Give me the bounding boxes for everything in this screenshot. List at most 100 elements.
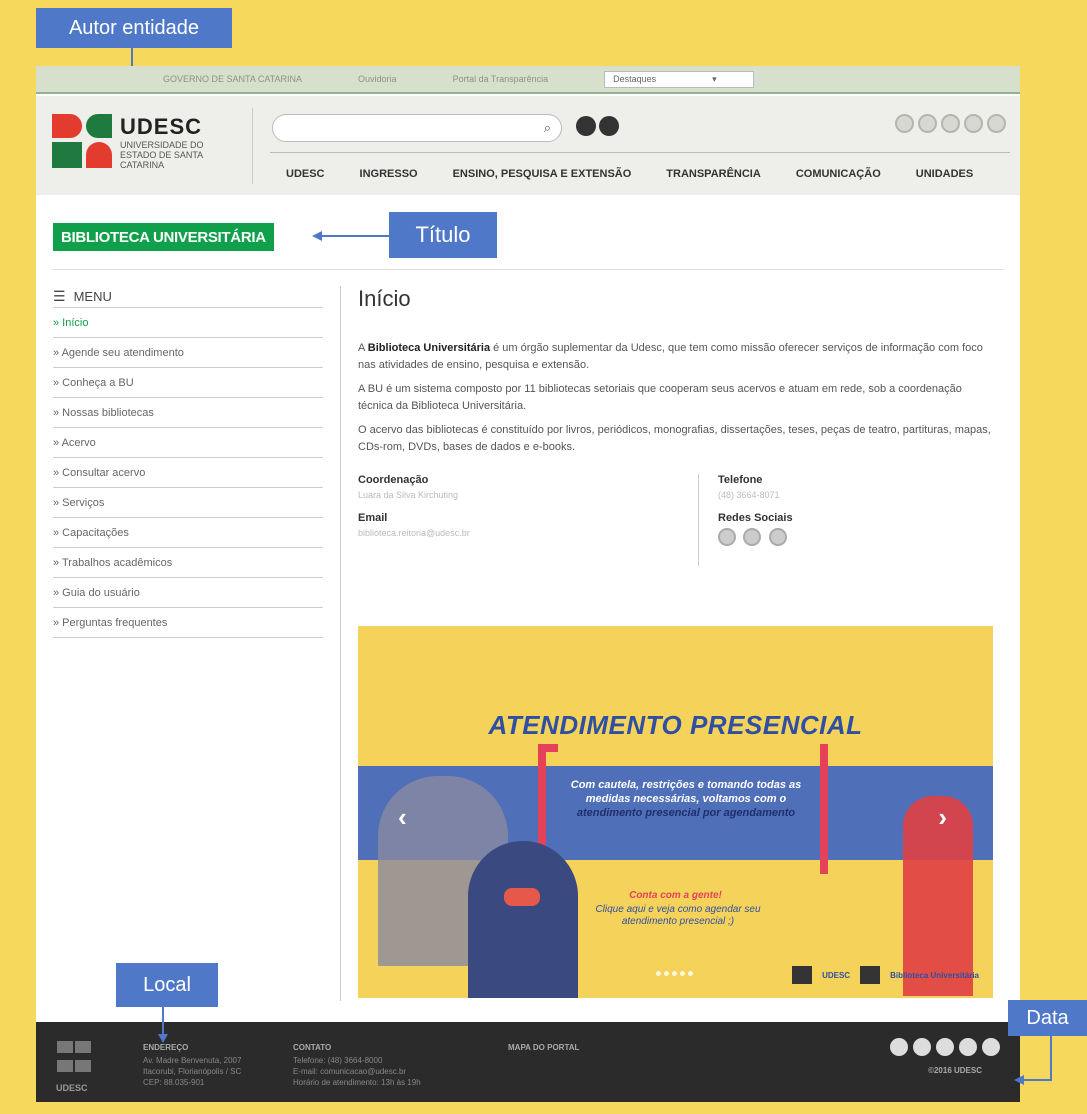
nav-ingresso[interactable]: INGRESSO bbox=[360, 168, 418, 180]
banner-heading: ATENDIMENTO PRESENCIAL bbox=[488, 710, 863, 740]
address-heading: ENDEREÇO bbox=[143, 1043, 189, 1052]
annotation-titulo: Título bbox=[389, 212, 497, 258]
carousel-indicators bbox=[656, 971, 693, 976]
instagram-icon[interactable] bbox=[743, 528, 762, 546]
annotation-data-arrow-v bbox=[1050, 1036, 1052, 1080]
header-social-links bbox=[895, 114, 1006, 133]
main-content: Início A Biblioteca Universitária é um ó… bbox=[358, 286, 998, 566]
contact-line[interactable]: E-mail: comunicacao@udesc.br bbox=[293, 1066, 421, 1077]
carousel-dot[interactable] bbox=[656, 971, 661, 976]
udesc-mini-logo bbox=[792, 966, 813, 984]
carousel-dot[interactable] bbox=[664, 971, 669, 976]
instagram-icon[interactable] bbox=[941, 114, 960, 133]
destaques-select[interactable]: Destaques ▾ bbox=[604, 70, 755, 88]
address-line: Itacorubi, Florianópolis / SC bbox=[143, 1067, 242, 1076]
sidebar-item-servicos[interactable]: » Serviços bbox=[53, 488, 323, 518]
banner-logos: UDESC Biblioteca Universitária bbox=[792, 966, 979, 984]
footer-contact: CONTATO Telefone: (48) 3664-8000 E-mail:… bbox=[293, 1042, 421, 1088]
nav-comunicacao[interactable]: COMUNICAÇÃO bbox=[796, 168, 881, 180]
webpage: GOVERNO DE SANTA CATARINA Ouvidoria Port… bbox=[36, 66, 1020, 1102]
content-heading: Início bbox=[358, 286, 411, 311]
nav-transparencia[interactable]: TRANSPARÊNCIA bbox=[666, 168, 761, 180]
annotation-local-arrowhead bbox=[158, 1034, 168, 1043]
contact-divider bbox=[698, 474, 699, 566]
carousel-prev-icon[interactable]: ‹ bbox=[398, 802, 407, 833]
flickr-icon[interactable] bbox=[964, 114, 983, 133]
site-footer: UDESC ENDEREÇO Av. Madre Benvenuta, 2007… bbox=[36, 1022, 1020, 1102]
twitter-icon[interactable] bbox=[918, 114, 937, 133]
carousel-banner[interactable]: ATENDIMENTO PRESENCIAL Com cautela, rest… bbox=[358, 626, 993, 998]
banner-callout: Conta com a gente! bbox=[629, 890, 722, 901]
banner-message: Com cautela, restrições e tomando todas … bbox=[570, 779, 802, 819]
contact-social-icons bbox=[718, 528, 793, 551]
main-nav: UDESC INGRESSO ENSINO, PESQUISA E EXTENS… bbox=[286, 168, 973, 180]
banner-logo-biblioteca: Biblioteca Universitária bbox=[890, 970, 979, 980]
youtube-icon[interactable] bbox=[768, 528, 787, 546]
banner-link-text[interactable]: Clique aqui e veja como agendar seu aten… bbox=[578, 904, 778, 928]
sidebar-item-inicio[interactable]: » Início bbox=[53, 308, 323, 338]
accessibility-toggles bbox=[576, 116, 619, 136]
nav-unidades[interactable]: UNIDADES bbox=[916, 168, 973, 180]
page-title[interactable]: BIBLIOTECA UNIVERSITÁRIA bbox=[53, 223, 274, 251]
phone-label: Telefone bbox=[718, 474, 763, 486]
sidebar-item-guia[interactable]: » Guia do usuário bbox=[53, 578, 323, 608]
collection-paragraph: O acervo das bibliotecas é constituído p… bbox=[358, 424, 991, 453]
footer-map: MAPA DO PORTAL bbox=[508, 1042, 579, 1055]
contrast-icon[interactable] bbox=[576, 116, 596, 136]
carousel-dot[interactable] bbox=[680, 971, 685, 976]
logo-name: UDESC bbox=[120, 114, 203, 139]
sidebar-item-bibliotecas[interactable]: » Nossas bibliotecas bbox=[53, 398, 323, 428]
nav-ensino[interactable]: ENSINO, PESQUISA E EXTENSÃO bbox=[453, 168, 632, 180]
carousel-next-icon[interactable]: › bbox=[938, 802, 947, 833]
sidebar-item-perguntas[interactable]: » Perguntas frequentes bbox=[53, 608, 323, 638]
udesc-logo[interactable]: UDESC UNIVERSIDADE DO ESTADO DE SANTA CA… bbox=[52, 114, 232, 180]
contact-left: Coordenação Luara da Silva Kirchuting Em… bbox=[358, 474, 470, 550]
mona-lisa-illustration bbox=[468, 841, 578, 998]
annotation-autor-entidade: Autor entidade bbox=[36, 8, 232, 48]
topbar-link-transparencia[interactable]: Portal da Transparência bbox=[453, 74, 549, 84]
hamburger-icon: ☰ bbox=[53, 288, 66, 304]
footer-logo-text: UDESC bbox=[56, 1083, 88, 1093]
menu-toggle[interactable]: ☰ MENU bbox=[53, 286, 323, 308]
site-map-link[interactable]: MAPA DO PORTAL bbox=[508, 1042, 579, 1053]
topbar-link-governo[interactable]: GOVERNO DE SANTA CATARINA bbox=[163, 74, 302, 84]
sidebar-item-conheca[interactable]: » Conheça a BU bbox=[53, 368, 323, 398]
youtube-icon[interactable] bbox=[987, 114, 1006, 133]
email-value[interactable]: biblioteca.reitoria@udesc.br bbox=[358, 528, 470, 538]
facebook-icon[interactable] bbox=[895, 114, 914, 133]
system-paragraph: A BU é um sistema composto por 11 biblio… bbox=[358, 383, 962, 412]
facebook-icon[interactable] bbox=[718, 528, 736, 546]
language-icon[interactable] bbox=[599, 116, 619, 136]
topbar-link-ouvidoria[interactable]: Ouvidoria bbox=[358, 74, 397, 84]
footer-address: ENDEREÇO Av. Madre Benvenuta, 2007 Itaco… bbox=[143, 1042, 241, 1088]
coord-value: Luara da Silva Kirchuting bbox=[358, 490, 459, 500]
sidebar-item-consultar[interactable]: » Consultar acervo bbox=[53, 458, 323, 488]
email-label: Email bbox=[358, 512, 388, 524]
flickr-icon[interactable] bbox=[959, 1038, 977, 1056]
sidebar-item-trabalhos[interactable]: » Trabalhos acadêmicos bbox=[53, 548, 323, 578]
instagram-icon[interactable] bbox=[936, 1038, 954, 1056]
carousel-dot[interactable] bbox=[672, 971, 677, 976]
contact-line: Horário de atendimento: 13h às 19h bbox=[293, 1078, 421, 1087]
address-line: Av. Madre Benvenuta, 2007 bbox=[143, 1056, 242, 1065]
nav-udesc[interactable]: UDESC bbox=[286, 168, 325, 180]
sidebar-item-agende[interactable]: » Agende seu atendimento bbox=[53, 338, 323, 368]
annotation-local-arrow bbox=[162, 1007, 164, 1035]
sidebar-divider bbox=[340, 286, 341, 1001]
contact-block: Coordenação Luara da Silva Kirchuting Em… bbox=[358, 474, 998, 566]
carousel-dot[interactable] bbox=[688, 971, 693, 976]
site-header: UDESC UNIVERSIDADE DO ESTADO DE SANTA CA… bbox=[36, 96, 1020, 195]
contact-heading: CONTATO bbox=[293, 1043, 332, 1052]
title-divider bbox=[53, 269, 1003, 270]
youtube-icon[interactable] bbox=[982, 1038, 1000, 1056]
facebook-icon[interactable] bbox=[890, 1038, 908, 1056]
footer-logo[interactable]: UDESC bbox=[56, 1040, 96, 1096]
search-icon[interactable]: ⌕ bbox=[544, 120, 551, 136]
annotation-data: Data bbox=[1008, 1000, 1087, 1036]
twitter-icon[interactable] bbox=[913, 1038, 931, 1056]
annotation-data-arrow-h bbox=[1024, 1079, 1052, 1081]
menu-label: MENU bbox=[73, 289, 112, 304]
sidebar-item-acervo[interactable]: » Acervo bbox=[53, 428, 323, 458]
sidebar-item-capacitacoes[interactable]: » Capacitações bbox=[53, 518, 323, 548]
search-input[interactable]: ⌕ bbox=[272, 114, 562, 142]
